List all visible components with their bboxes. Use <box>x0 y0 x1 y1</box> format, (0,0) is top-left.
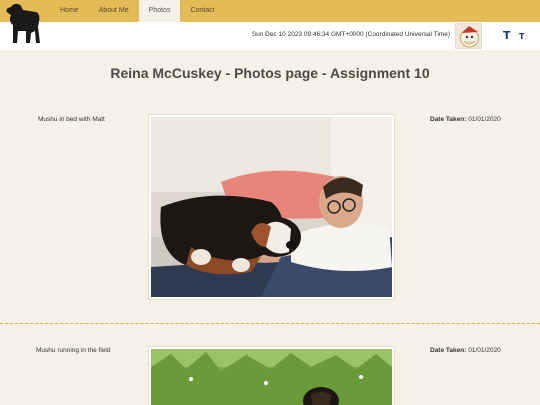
nav-home[interactable]: Home <box>50 0 89 22</box>
font-size-increase-button[interactable]: T <box>503 29 511 42</box>
date-label: Date Taken: <box>430 116 467 123</box>
nav-about-me[interactable]: About Me <box>89 0 139 22</box>
photo-mushu-in-bed[interactable] <box>151 117 392 297</box>
photo-mushu-running[interactable] <box>151 349 392 405</box>
date-label: Date Taken: <box>430 347 467 354</box>
avatar <box>455 23 482 49</box>
main-nav: Home About Me Photos Contact <box>50 0 225 22</box>
nav-photos[interactable]: Photos <box>138 0 181 22</box>
photo-caption: Mushu in bed with Matt <box>38 116 105 123</box>
page-title: Reina McCuskey - Photos page - Assignmen… <box>110 65 430 81</box>
photo-frame <box>148 346 395 405</box>
photo-frame <box>148 114 395 300</box>
section-divider <box>0 323 540 324</box>
dog-logo-icon[interactable] <box>3 1 43 45</box>
date-value: 01/01/2020 <box>468 116 501 123</box>
photo-date: Date Taken: 01/01/2020 <box>430 116 501 123</box>
date-value: 01/01/2020 <box>468 347 501 354</box>
photo-caption: Mushu running in the field <box>36 347 111 354</box>
photo-date: Date Taken: 01/01/2020 <box>430 347 501 354</box>
font-size-decrease-button[interactable]: T <box>519 32 524 41</box>
nav-contact[interactable]: Contact <box>180 0 224 22</box>
current-datetime: Sun Dec 10 2023 09:46:34 GMT+0000 (Coord… <box>251 31 450 38</box>
